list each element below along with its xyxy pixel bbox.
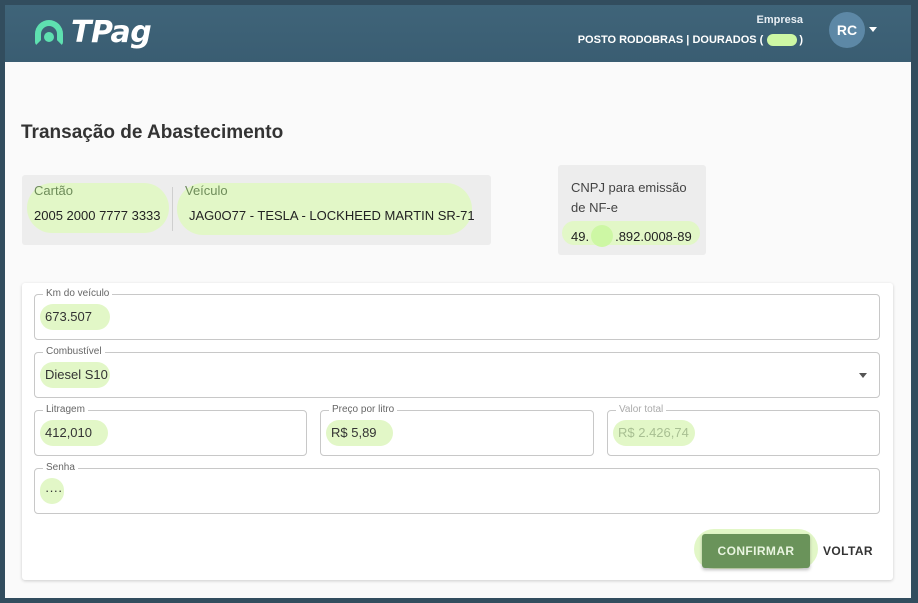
cartao-value: 2005 2000 7777 3333 <box>34 208 161 223</box>
preco-label: Preço por litro <box>329 404 398 415</box>
divider <box>172 187 173 231</box>
preco-field[interactable]: Preço por litro R$ 5,89 <box>320 404 594 456</box>
page-title: Transação de Abastecimento <box>21 122 284 143</box>
company-label: Empresa <box>756 14 803 26</box>
cnpj-redacted <box>591 225 614 247</box>
cnpj-value: 49. .892.0008-89 <box>571 225 692 247</box>
cartao-block: Cartão 2005 2000 7777 3333 <box>34 183 161 223</box>
senha-input[interactable]: ···· <box>45 483 62 498</box>
logo-text: TPag <box>71 15 152 50</box>
company-name-text: POSTO RODOBRAS | DOURADOS ( <box>577 34 764 46</box>
company-code-redacted <box>767 34 798 46</box>
veiculo-label: Veículo <box>185 183 228 198</box>
valor-total-field: Valor total R$ 2.426,74 <box>607 404 880 456</box>
chevron-down-icon[interactable] <box>859 373 867 378</box>
combustivel-value[interactable]: Diesel S10 <box>45 367 108 382</box>
company-paren-close: ) <box>799 34 803 46</box>
combustivel-select[interactable]: Combustível Diesel S10 <box>34 346 880 398</box>
valor-label: Valor total <box>616 404 667 415</box>
cnpj-label: CNPJ para emissão de NF-e <box>571 180 687 215</box>
valor-value: R$ 2.426,74 <box>618 425 689 440</box>
litragem-label: Litragem <box>43 404 88 415</box>
km-label: Km do veículo <box>43 288 113 299</box>
card-vehicle-info: Cartão 2005 2000 7777 3333 Veículo JAG0O… <box>22 175 491 245</box>
senha-label: Senha <box>43 462 78 473</box>
company-name: POSTO RODOBRAS | DOURADOS ( ) <box>578 34 803 46</box>
company-info: Empresa POSTO RODOBRAS | DOURADOS ( ) <box>578 14 803 46</box>
fuel-transaction-form: Km do veículo 673.507 Combustível Diesel… <box>22 283 893 580</box>
user-avatar[interactable]: RC <box>829 12 865 48</box>
senha-field[interactable]: Senha ···· <box>34 462 880 514</box>
combustivel-label: Combustível <box>43 346 105 357</box>
top-header: TPag Empresa POSTO RODOBRAS | DOURADOS (… <box>5 5 911 62</box>
confirm-button[interactable]: CONFIRMAR <box>702 534 810 568</box>
tpag-logo-icon <box>35 19 63 46</box>
veiculo-value: JAG0O77 - TESLA - LOCKHEED MARTIN SR-71 <box>189 208 475 223</box>
cnpj-prefix: 49. <box>571 228 590 244</box>
litragem-input[interactable]: 412,010 <box>45 425 92 440</box>
preco-input[interactable]: R$ 5,89 <box>331 425 377 440</box>
cartao-label: Cartão <box>34 183 74 198</box>
cnpj-suffix: .892.0008-89 <box>615 228 692 244</box>
brand-logo[interactable]: TPag <box>35 15 152 50</box>
main-content: Transação de Abastecimento Cartão 2005 2… <box>5 62 911 598</box>
litragem-field[interactable]: Litragem 412,010 <box>34 404 307 456</box>
km-input[interactable]: 673.507 <box>45 309 92 324</box>
card-cnpj: CNPJ para emissão de NF-e 49. .892.0008-… <box>558 165 706 255</box>
veiculo-block: Veículo JAG0O77 - TESLA - LOCKHEED MARTI… <box>185 183 475 223</box>
chevron-down-icon[interactable] <box>869 27 877 32</box>
km-field[interactable]: Km do veículo 673.507 <box>34 288 880 340</box>
back-button[interactable]: VOLTAR <box>816 534 880 568</box>
